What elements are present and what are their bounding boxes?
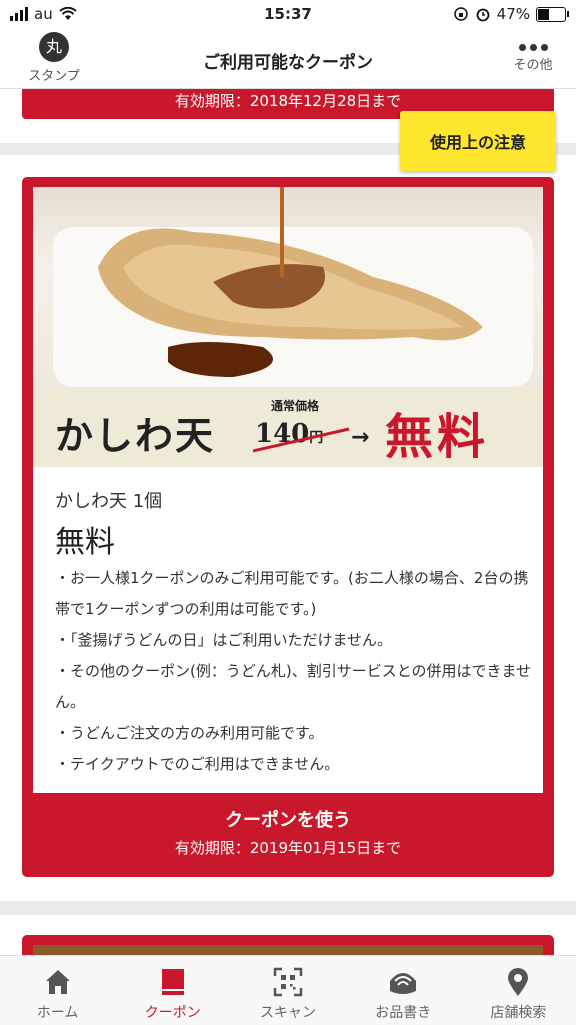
usage-caution-button[interactable]: 使用上の注意 [400,111,556,171]
tab-coupon[interactable]: クーポン [115,956,230,1025]
rotation-lock-icon [453,7,468,21]
coupon-banner: かしわ天 通常価格 140円 → 無料 [33,387,543,467]
tab-label: スキャン [260,1005,316,1021]
battery-icon [536,6,569,22]
tab-label: クーポン [144,1005,201,1021]
home-icon [45,970,70,994]
note-item: ・その他のクーポン(例：うどん札)、割引サービスとの併用はできません。 [55,662,532,711]
coupon-list[interactable]: 有効期限：2018年12月28日まで 使用上の注意 かしわ天 通常価格 140 … [0,89,576,955]
tab-label: ホーム [36,1005,79,1021]
next-coupon-photo [33,945,543,955]
tab-label: お品書き [375,1005,432,1021]
note-item: ・お一人様1クーポンのみご利用可能です。(お二人様の場合、2台の携帯で1クーポン… [55,569,529,618]
product-title: かしわ天 1個 [55,491,163,512]
coupon-card-wrapper: かしわ天 通常価格 140円 → 無料 かしわ天 1個 無料 ・お一人様1クーポ… [0,155,576,901]
alarm-icon [476,8,490,22]
coupon-notes: ・お一人様1クーポンのみご利用可能です。(お二人様の場合、2台の携帯で1クーポン… [55,563,535,780]
qr-scan-icon [273,967,303,997]
next-coupon-card[interactable] [0,915,576,955]
kashiwaten-photo [33,187,543,387]
tab-label: 店舗検索 [490,1005,547,1021]
more-dots-icon [508,36,558,51]
coupon-body: かしわ天 通常価格 140円 → 無料 かしわ天 1個 無料 ・お一人様1クーポ… [33,187,543,793]
battery-percent: 47% [496,5,530,23]
banner-usual-price-label: 通常価格 [271,399,320,413]
more-button[interactable]: その他 [508,36,558,73]
tab-store-search[interactable]: 店舗検索 [461,956,576,1025]
app-header: 丸 スタンプ ご利用可能なクーポン その他 [0,30,576,89]
coupon-expiry: 有効期限：2019年01月15日まで [174,839,402,857]
location-pin-icon [508,968,529,996]
tab-scan[interactable]: スキャン [230,956,345,1025]
coupon-card: かしわ天 通常価格 140円 → 無料 かしわ天 1個 無料 ・お一人様1クーポ… [22,177,554,877]
tab-home[interactable]: ホーム [0,956,115,1025]
use-coupon-button[interactable]: クーポンを使う [22,801,554,837]
coupon-icon [161,969,184,995]
tab-bar: ホーム クーポン スキャン お品書き 店舗検索 [0,955,576,1025]
page-title: ご利用可能なクーポン [203,53,373,73]
more-label: その他 [513,58,553,73]
note-item: ・うどんご注文の方のみ利用可能です。 [55,724,324,742]
strikethrough-line [253,427,350,453]
note-item: ・「釜揚げうどんの日」はご利用いただけません。 [55,631,393,649]
arrow-icon: → [351,425,370,450]
menu-bowl-icon [390,973,417,994]
product-price: 無料 [55,525,115,560]
banner-product-name: かしわ天 [55,413,216,458]
note-item: ・テイクアウトでのご利用はできません。 [55,755,340,773]
banner-free-text: 無料 [385,409,490,465]
tab-menu[interactable]: お品書き [346,956,461,1025]
status-bar: au 15:37 47% [0,0,576,30]
